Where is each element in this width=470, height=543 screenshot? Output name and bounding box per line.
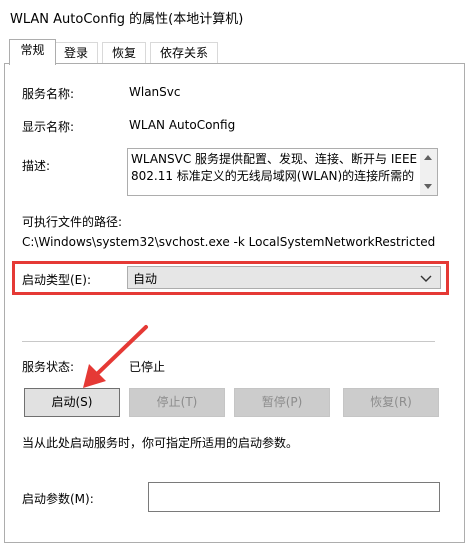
scroll-up-icon[interactable] [424,155,432,160]
chevron-down-icon [420,275,432,282]
service-status-label: 服务状态: [22,360,75,374]
start-params-hint: 当从此处启动服务时，你可指定所适用的启动参数。 [22,436,299,450]
service-name-label: 服务名称: [22,87,75,101]
tab-recovery[interactable]: 恢复 [102,42,146,64]
start-params-input[interactable] [148,482,440,512]
general-panel [4,63,465,543]
service-status-value: 已停止 [129,360,166,374]
tab-general[interactable]: 常规 [9,39,56,65]
description-text: WLANSVC 服务提供配置、发现、连接、断开与 IEEE 802.11 标准定… [131,152,418,183]
description-textbox[interactable]: WLANSVC 服务提供配置、发现、连接、断开与 IEEE 802.11 标准定… [127,148,438,196]
resume-button[interactable]: 恢复(R) [343,388,439,417]
display-name-value: WLAN AutoConfig [129,118,236,132]
exe-path-label: 可执行文件的路径: [22,215,123,229]
window-title: WLAN AutoConfig 的属性(本地计算机) [10,12,244,27]
description-scrollbar[interactable] [420,149,437,195]
service-name-value: WlanSvc [129,85,181,99]
tab-logon[interactable]: 登录 [54,42,98,64]
startup-type-value: 自动 [133,272,158,286]
title-bar: WLAN AutoConfig 的属性(本地计算机) [0,0,470,34]
stop-button[interactable]: 停止(T) [129,388,225,417]
tab-dependencies[interactable]: 依存关系 [150,42,218,64]
scroll-down-icon[interactable] [424,184,432,189]
description-label: 描述: [22,159,51,173]
pause-button[interactable]: 暂停(P) [234,388,330,417]
start-button[interactable]: 启动(S) [24,388,120,417]
startup-type-select[interactable]: 自动 [127,266,441,289]
start-params-label: 启动参数(M): [22,492,94,506]
display-name-label: 显示名称: [22,120,75,134]
exe-path-value: C:\Windows\system32\svchost.exe -k Local… [22,235,436,249]
separator [22,341,435,342]
startup-type-label: 启动类型(E): [22,273,91,287]
